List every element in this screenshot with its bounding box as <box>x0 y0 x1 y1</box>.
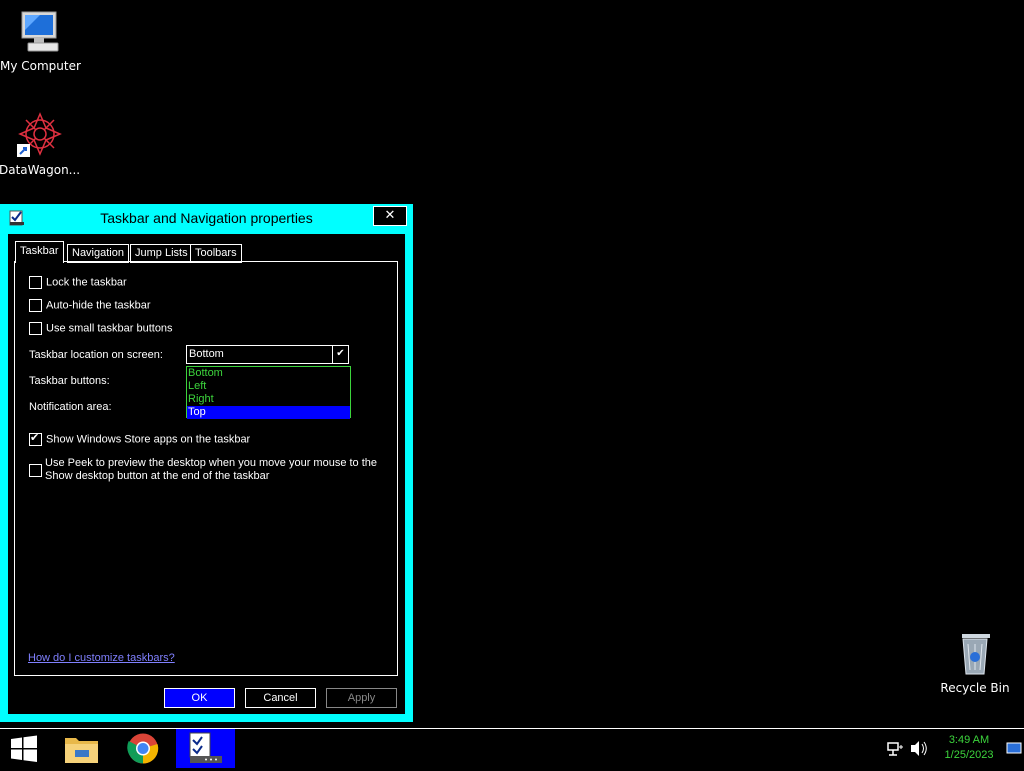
desktop-icon-label: My Computer <box>0 59 81 73</box>
start-button[interactable] <box>0 729 48 768</box>
location-select[interactable]: Bottom ✔ <box>186 345 349 364</box>
store-apps-label: Show Windows Store apps on the taskbar <box>46 433 251 446</box>
file-explorer-icon <box>65 738 98 763</box>
peek-checkbox[interactable] <box>29 464 42 477</box>
peek-option[interactable]: Use Peek to preview the desktop when you… <box>29 457 377 483</box>
help-link[interactable]: How do I customize taskbars? <box>28 652 175 664</box>
taskbar-properties-dialog: Taskbar and Navigation properties ✕ Task… <box>0 204 413 722</box>
lock-taskbar-label: Lock the taskbar <box>46 276 127 289</box>
dialog-title: Taskbar and Navigation properties <box>100 210 313 226</box>
cancel-button[interactable]: Cancel <box>245 688 316 708</box>
chevron-down-icon[interactable]: ✔ <box>332 346 348 363</box>
dialog-client: Taskbar Navigation Jump Lists Toolbars L… <box>8 234 405 714</box>
small-buttons-option[interactable]: Use small taskbar buttons <box>29 322 173 335</box>
lock-taskbar-option[interactable]: Lock the taskbar <box>29 276 127 289</box>
chrome-button[interactable] <box>119 729 167 768</box>
location-option-left[interactable]: Left <box>187 380 350 393</box>
ok-button[interactable]: OK <box>164 688 235 708</box>
file-explorer-button[interactable] <box>58 729 106 768</box>
start-icon <box>11 735 37 762</box>
show-desktop-icon[interactable] <box>1004 729 1024 768</box>
location-option-right[interactable]: Right <box>187 393 350 406</box>
location-dropdown-list: Bottom Left Right Top <box>186 366 351 419</box>
autohide-checkbox[interactable] <box>29 299 42 312</box>
tab-taskbar[interactable]: Taskbar <box>15 241 64 263</box>
desktop-icon-label: Recycle Bin <box>940 681 1010 695</box>
peek-label-line1: Use Peek to preview the desktop when you… <box>45 457 378 469</box>
datawagon-shortcut-icon <box>15 112 63 160</box>
autohide-label: Auto-hide the taskbar <box>46 299 151 312</box>
location-select-value: Bottom <box>189 348 224 360</box>
clock-time: 3:49 AM <box>948 734 990 746</box>
dialog-titlebar[interactable]: Taskbar and Navigation properties ✕ <box>0 204 413 234</box>
location-option-top[interactable]: Top <box>187 406 350 419</box>
taskbar-properties-task[interactable] <box>176 729 235 768</box>
close-button[interactable]: ✕ <box>373 206 407 226</box>
autohide-option[interactable]: Auto-hide the taskbar <box>29 299 151 312</box>
small-buttons-label: Use small taskbar buttons <box>46 322 173 335</box>
desktop-icon-my-computer[interactable]: My Computer <box>0 8 81 73</box>
store-apps-checkbox[interactable] <box>29 431 42 446</box>
taskbar-properties-icon <box>189 732 222 763</box>
apply-button[interactable]: Apply <box>326 688 397 708</box>
taskbar-buttons-label: Taskbar buttons: <box>29 375 110 387</box>
lock-taskbar-checkbox[interactable] <box>29 276 42 289</box>
store-apps-option[interactable]: Show Windows Store apps on the taskbar <box>29 431 251 446</box>
desktop-icon-label: DataWagon... <box>0 163 81 177</box>
desktop-icon-datawagon[interactable]: DataWagon... <box>0 112 81 177</box>
small-buttons-checkbox[interactable] <box>29 322 42 335</box>
location-option-bottom[interactable]: Bottom <box>187 367 350 380</box>
computer-icon <box>16 8 64 56</box>
taskbar: 3:49 AM 1/25/2023 <box>0 728 1024 768</box>
network-icon[interactable] <box>884 729 906 768</box>
clock[interactable]: 3:49 AM 1/25/2023 <box>932 733 1006 763</box>
recycle-bin-icon <box>951 630 999 678</box>
taskbar-tab-panel: Lock the taskbar Auto-hide the taskbar U… <box>14 261 398 676</box>
clock-date: 1/25/2023 <box>944 749 994 761</box>
close-icon: ✕ <box>384 208 396 223</box>
location-label: Taskbar location on screen: <box>29 349 163 361</box>
volume-icon[interactable] <box>908 729 930 768</box>
notification-area-label: Notification area: <box>29 401 112 413</box>
peek-label-line2: Show desktop button at the end of the ta… <box>45 470 270 482</box>
desktop-icon-recycle-bin[interactable]: Recycle Bin <box>935 630 1015 695</box>
chrome-icon <box>127 733 159 764</box>
